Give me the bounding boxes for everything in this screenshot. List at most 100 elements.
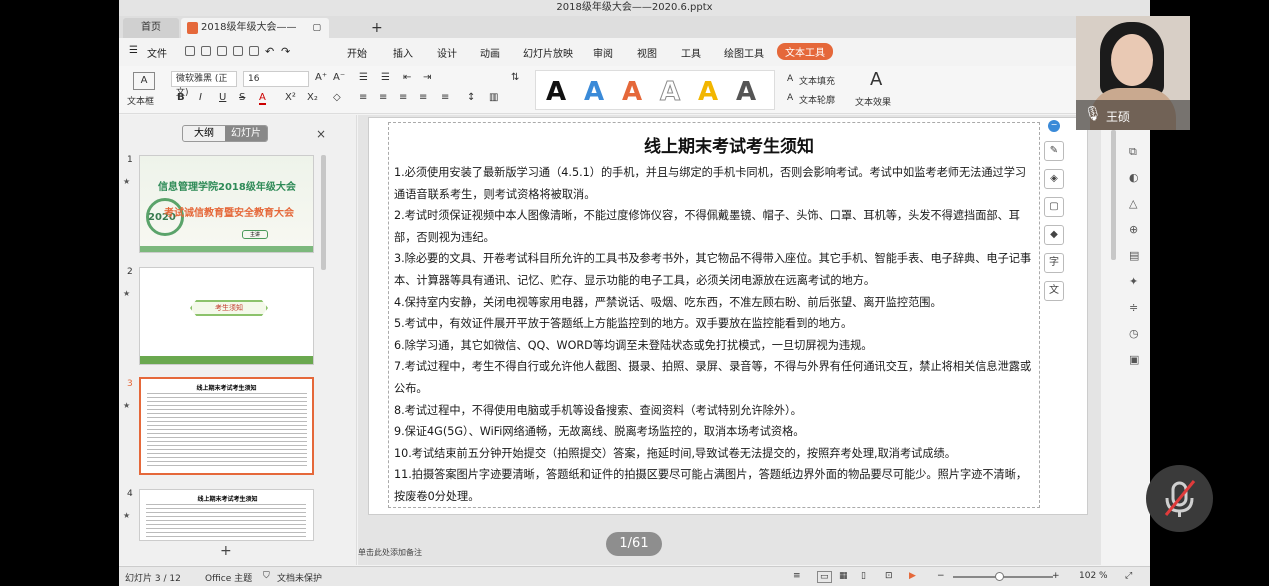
menu-file[interactable]: 文件 xyxy=(147,45,167,60)
menu-insert[interactable]: 插入 xyxy=(393,45,413,60)
hamburger-icon[interactable]: ☰ xyxy=(129,45,138,56)
decrease-indent-icon[interactable]: ⇤ xyxy=(403,72,411,83)
open-folder-icon[interactable] xyxy=(185,46,195,56)
fit-window-icon[interactable]: ⤢ xyxy=(1125,571,1132,581)
history-icon[interactable]: ◷ xyxy=(1129,327,1139,340)
menu-drawing-tools[interactable]: 绘图工具 xyxy=(724,45,764,60)
panel-scrollbar[interactable] xyxy=(321,155,326,270)
italic-button[interactable]: I xyxy=(199,92,202,103)
decrease-font-icon[interactable]: A⁻ xyxy=(333,72,345,83)
tab-document[interactable]: 2018级年级大会——2020.6 ▢ xyxy=(181,18,329,53)
zoom-level[interactable]: 102 % xyxy=(1079,571,1108,581)
play-icon[interactable]: ▶ xyxy=(909,571,916,581)
notes-placeholder[interactable]: 单击此处添加备注 xyxy=(358,547,422,558)
slide-thumbnail-3[interactable]: 线上期末考试考生须知 xyxy=(139,377,314,475)
template-icon[interactable]: ▤ xyxy=(1129,249,1139,262)
increase-indent-icon[interactable]: ⇥ xyxy=(423,72,431,83)
tab-close-icon[interactable]: ▢ xyxy=(312,18,321,38)
text-style-blue[interactable]: A xyxy=(584,77,604,107)
fill-icon[interactable]: ◈ xyxy=(1044,169,1064,189)
save-icon[interactable] xyxy=(201,46,211,56)
menu-text-tools[interactable]: 文本工具 xyxy=(777,43,833,60)
font-name-select[interactable]: 微软雅黑 (正文) xyxy=(171,71,237,98)
align-left-icon[interactable]: ≡ xyxy=(359,92,367,103)
reading-view-icon[interactable]: ▯ xyxy=(861,571,866,581)
image-icon[interactable]: ▣ xyxy=(1129,353,1139,366)
text-style-gray[interactable]: A xyxy=(736,77,756,107)
panel-close-icon[interactable]: × xyxy=(316,127,326,141)
text-outline-button[interactable]: 文本轮廓 xyxy=(799,93,835,106)
tab-slides[interactable]: 幻灯片 xyxy=(225,126,267,141)
justify-icon[interactable]: ≡ xyxy=(419,92,427,103)
new-tab-button[interactable]: + xyxy=(371,18,383,38)
align-right-icon[interactable]: ≡ xyxy=(399,92,407,103)
subscript-button[interactable]: X₂ xyxy=(307,92,318,103)
slide-thumbnail-1[interactable]: 2020 信息管理学院2018级年级大会 考试诚信教育暨安全教育大会 主讲 xyxy=(139,155,314,253)
print-icon[interactable] xyxy=(233,46,243,56)
animation-icon[interactable]: ✦ xyxy=(1129,275,1138,288)
text-style-gold[interactable]: A xyxy=(698,77,718,107)
tab-outline[interactable]: 大纲 xyxy=(183,126,225,141)
zoom-handle[interactable] xyxy=(995,572,1004,581)
text-style-black[interactable]: A xyxy=(546,77,566,107)
menu-slideshow[interactable]: 幻灯片放映 xyxy=(523,45,573,60)
fullscreen-icon[interactable]: ⊡ xyxy=(885,571,893,581)
menu-view[interactable]: 视图 xyxy=(637,45,657,60)
columns-icon[interactable]: ▥ xyxy=(489,92,498,103)
copy-icon[interactable]: ⧉ xyxy=(1129,145,1137,159)
text-fill-icon[interactable]: A xyxy=(787,74,793,84)
zoom-in-icon[interactable]: + xyxy=(1052,571,1060,581)
menu-review[interactable]: 审阅 xyxy=(593,45,613,60)
frame-icon[interactable]: ▢ xyxy=(1044,197,1064,217)
slide-thumbnail-4[interactable]: 线上期末考试考生须知 xyxy=(139,489,314,541)
menu-start[interactable]: 开始 xyxy=(347,45,367,60)
tab-home[interactable]: 首页 xyxy=(123,18,179,38)
canvas-scrollbar[interactable] xyxy=(1111,130,1116,260)
distribute-icon[interactable]: ≡ xyxy=(441,92,449,103)
menu-tools[interactable]: 工具 xyxy=(681,45,701,60)
download-icon[interactable]: ⊕ xyxy=(1129,223,1138,236)
zoom-out-icon[interactable]: − xyxy=(937,571,945,581)
underline-button[interactable]: U xyxy=(219,92,226,103)
notes-icon[interactable]: ≡ xyxy=(793,571,801,581)
line-spacing-icon[interactable]: ↕ xyxy=(467,92,475,103)
add-slide-button[interactable]: + xyxy=(220,543,232,559)
print-preview-icon[interactable] xyxy=(249,46,259,56)
bullet-list-icon[interactable]: ☰ xyxy=(359,72,368,83)
textbox-label[interactable]: 文本框 xyxy=(127,94,154,107)
superscript-button[interactable]: X² xyxy=(285,92,296,103)
text-style-outline[interactable]: A xyxy=(659,77,680,108)
collapse-icon[interactable]: − xyxy=(1048,120,1060,132)
text-fill-button[interactable]: 文本填充 xyxy=(799,74,835,87)
text-direction-icon[interactable]: ⇅ xyxy=(511,72,519,83)
settings-sliders-icon[interactable]: ≑ xyxy=(1129,301,1138,314)
textbox-icon[interactable]: A xyxy=(133,72,155,90)
menu-animation[interactable]: 动画 xyxy=(480,45,500,60)
font-icon[interactable]: 字 xyxy=(1044,253,1064,273)
mute-button[interactable] xyxy=(1146,465,1213,532)
increase-font-icon[interactable]: A⁺ xyxy=(315,72,327,83)
strikethrough-button[interactable]: S xyxy=(239,92,245,103)
pen-icon[interactable]: ✎ xyxy=(1044,141,1064,161)
numbered-list-icon[interactable]: ☰ xyxy=(381,72,390,83)
redo-icon[interactable]: ↷ xyxy=(281,45,290,58)
normal-view-icon[interactable]: ▭ xyxy=(817,571,832,583)
text-effect-button[interactable]: 文本效果 xyxy=(855,95,891,108)
bold-button[interactable]: B xyxy=(177,92,185,103)
align-center-icon[interactable]: ≡ xyxy=(379,92,387,103)
clear-format-icon[interactable]: ◇ xyxy=(333,92,341,103)
text-style-orange[interactable]: A xyxy=(622,77,642,107)
slide-body[interactable]: 1.必须使用安装了最新版学习通（4.5.1）的手机，并且与绑定的手机卡同机，否则… xyxy=(394,162,1034,508)
font-color-button[interactable]: A xyxy=(259,92,266,105)
export-pdf-icon[interactable] xyxy=(217,46,227,56)
menu-design[interactable]: 设计 xyxy=(437,45,457,60)
shapes-icon[interactable]: ◐ xyxy=(1129,171,1139,184)
layers-icon[interactable]: ◆ xyxy=(1044,225,1064,245)
sorter-view-icon[interactable]: ▦ xyxy=(839,571,848,581)
slide-thumbnail-2[interactable]: 考生须知 xyxy=(139,267,314,365)
text-outline-icon[interactable]: A xyxy=(787,93,793,103)
translate-icon[interactable]: 文 xyxy=(1044,281,1064,301)
theme-name[interactable]: Office 主题 xyxy=(205,571,252,584)
font-size-select[interactable]: 16 xyxy=(243,71,309,87)
undo-icon[interactable]: ↶ xyxy=(265,45,274,58)
